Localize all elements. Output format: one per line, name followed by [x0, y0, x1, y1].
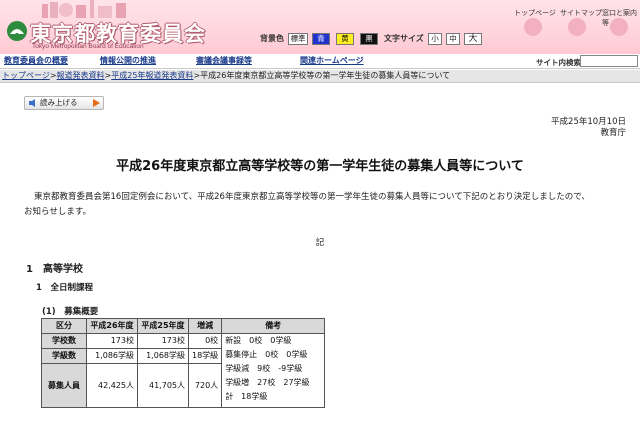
row-label-classes: 学級数: [41, 348, 87, 364]
bg-black-button[interactable]: 黒: [360, 33, 378, 45]
cell-schools-2013: 173校: [137, 333, 189, 349]
row-label-schools: 学校数: [41, 333, 87, 349]
cell-classes-2013: 1,068学級: [137, 348, 189, 364]
col-header-notes: 備考: [221, 318, 326, 334]
search-label: サイト内検索: [536, 58, 581, 67]
col-header-fy2014: 平成26年度: [86, 318, 138, 334]
subsection-title: 全日制課程: [50, 283, 93, 293]
table-row: 学校数 173校 173校 0校 新設 0校 0学級 募集停止 0校 0学級 学…: [41, 333, 326, 408]
font-small-button[interactable]: 小: [428, 33, 442, 45]
note-line: 計 18学級: [225, 392, 268, 401]
nav-item-overview[interactable]: 教育委員会の概要: [4, 56, 68, 66]
nav-item-disclosure[interactable]: 情報公開の推進: [100, 56, 156, 66]
bg-blue-button[interactable]: 青: [312, 33, 330, 45]
ki-mark: 記: [315, 238, 325, 248]
col-header-change: 増減: [187, 318, 223, 334]
cell-classes-2014: 1,086学級: [86, 348, 138, 364]
breadcrumb-separator: >: [49, 71, 57, 80]
sub-subsection-heading: (1) 募集概要: [42, 305, 98, 317]
note-line: 学級増 27校 27学級: [225, 378, 310, 387]
toplink-home[interactable]: トップページ: [514, 8, 556, 18]
issue-date: 平成25年10月10日: [551, 117, 626, 127]
announcement-text: 東京都教育委員会第16回定例会において、平成26年度東京都立高等学校等の第一学年…: [24, 190, 620, 220]
subsection-number: 1: [36, 283, 42, 293]
cell-enrollment-change: 720人: [187, 363, 223, 408]
site-header: 東京都教育委員会 Tokyo Metropolitan Board of Edu…: [0, 0, 640, 54]
sub-subsection-number: (1): [42, 307, 56, 317]
nav-item-links[interactable]: 関連ホームページ: [300, 56, 364, 66]
page-title: 平成26年度東京都立高等学校等の第一学年生徒の募集人員等について: [116, 159, 524, 174]
read-aloud-label: 読み上げる: [40, 98, 78, 107]
cell-enrollment-2013: 41,705人: [137, 363, 189, 408]
toplink-sitemap[interactable]: サイトマップ: [560, 8, 602, 18]
breadcrumb-current: 平成26年度東京都立高等学校等の第一学年生徒の募集人員等について: [200, 71, 451, 80]
section-heading-1: 1 高等学校: [26, 260, 83, 275]
breadcrumb-link-press[interactable]: 報道発表資料: [57, 71, 105, 80]
subsection-heading: 1 全日制課程: [36, 281, 93, 293]
recruitment-table: 区分 平成26年度 平成25年度 増減 備考 学校数 173校 173校 0校 …: [41, 318, 326, 408]
info-icon[interactable]: [610, 18, 628, 36]
font-large-button[interactable]: 大: [464, 33, 482, 45]
note-line: 新設 0校 0学級: [225, 336, 292, 345]
site-logo-subtitle: Tokyo Metropolitan Board of Education: [32, 43, 144, 50]
cell-classes-change: 18学級: [187, 348, 223, 364]
row-label-enrollment: 募集人員: [41, 363, 87, 408]
speaker-icon: [29, 99, 35, 107]
note-line: 学級減 9校 -9学級: [225, 364, 303, 373]
issuing-org: 教育庁: [600, 128, 626, 138]
cell-schools-change: 0校: [187, 333, 223, 349]
note-line: 募集停止 0校 0学級: [225, 350, 308, 359]
table-header-row: 区分 平成26年度 平成25年度 増減 備考: [41, 318, 326, 334]
sitemap-icon[interactable]: [568, 18, 586, 36]
bgcolor-label: 背景色: [260, 34, 284, 43]
nav-item-minutes[interactable]: 審議会議事録等: [196, 56, 252, 66]
bg-standard-button[interactable]: 標準: [288, 33, 308, 45]
section-title: 高等学校: [42, 264, 83, 275]
tokyo-logo-icon: [7, 21, 27, 41]
bg-yellow-button[interactable]: 黄: [336, 33, 354, 45]
breadcrumb: トップページ>報道発表資料>平成25年報道発表資料>平成26年度東京都立高等学校…: [0, 70, 640, 83]
section-number: 1: [26, 264, 33, 275]
notes-cell: 新設 0校 0学級 募集停止 0校 0学級 学級減 9校 -9学級 学級増 27…: [221, 333, 326, 408]
cell-enrollment-2014: 42,425人: [86, 363, 138, 408]
play-icon: [93, 99, 100, 107]
home-icon[interactable]: [524, 18, 542, 36]
site-search-input[interactable]: [580, 55, 638, 67]
breadcrumb-link-press-2013[interactable]: 平成25年報道発表資料: [111, 71, 193, 80]
col-header-fy2013: 平成25年度: [137, 318, 189, 334]
announcement-line-2: お知らせします。: [24, 207, 91, 217]
col-header-category: 区分: [41, 318, 87, 334]
cell-schools-2014: 173校: [86, 333, 138, 349]
font-medium-button[interactable]: 中: [446, 33, 460, 45]
issue-date-block: 平成25年10月10日 教育庁: [551, 117, 626, 139]
sub-subsection-title: 募集概要: [64, 307, 99, 317]
fontsize-label: 文字サイズ: [384, 34, 424, 43]
building-decoration-icon: [42, 0, 126, 18]
read-aloud-button[interactable]: 読み上げる: [24, 96, 104, 110]
announcement-line-1: 東京都教育委員会第16回定例会において、平成26年度東京都立高等学校等の第一学年…: [34, 192, 590, 202]
breadcrumb-link-top[interactable]: トップページ: [2, 71, 50, 80]
